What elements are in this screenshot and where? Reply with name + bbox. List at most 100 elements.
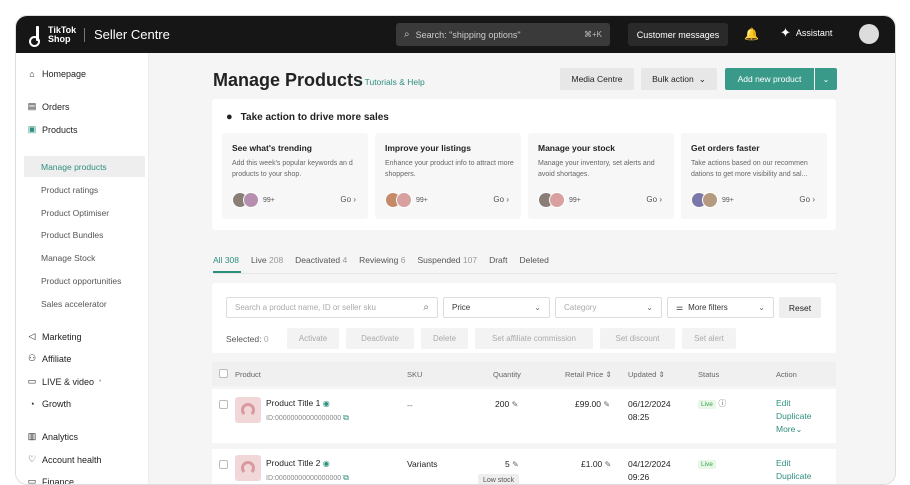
sidebar-subitem-product-bundles[interactable]: Product Bundles: [24, 224, 145, 245]
status-badge: Live: [698, 400, 716, 409]
sidebar-item-affiliate[interactable]: ⚇ Affiliate: [27, 353, 71, 364]
column-retail-price[interactable]: Retail Price ⇕: [565, 370, 612, 379]
tab-all[interactable]: All 308: [213, 255, 239, 265]
sku-value[interactable]: Variants: [407, 459, 438, 469]
sidebar-subitem-product-ratings[interactable]: Product ratings: [24, 179, 145, 200]
sidebar-subitem-sales-accelerator[interactable]: Sales accelerator: [24, 293, 145, 314]
add-product-dropdown[interactable]: ⌄: [815, 68, 837, 90]
pin-icon: ●: [226, 111, 233, 123]
sidebar-item-products[interactable]: ▣ Products: [27, 124, 78, 135]
edit-icon[interactable]: ✎: [603, 400, 610, 409]
global-search[interactable]: ⌕ Search: "shipping options" ⌘+K: [396, 23, 610, 46]
updated-time: 09:26: [628, 472, 650, 482]
sidebar-item-finance[interactable]: ▭ Finance: [27, 476, 74, 484]
tab-draft[interactable]: Draft: [489, 255, 507, 265]
search-shortcut: ⌘+K: [583, 30, 602, 39]
avatar: [549, 192, 565, 208]
deactivate-button[interactable]: Deactivate: [346, 328, 414, 349]
user-avatar[interactable]: [859, 24, 879, 44]
product-thumbnail[interactable]: [235, 455, 261, 481]
top-bar: TikTok Shop Seller Centre ⌕ Search: "shi…: [16, 16, 895, 53]
sidebar-item-account-health[interactable]: ♡ Account health: [27, 454, 102, 465]
go-link[interactable]: Go ›: [646, 195, 662, 204]
tab-live[interactable]: Live 208: [251, 255, 283, 265]
duplicate-link[interactable]: Duplicate: [776, 471, 811, 481]
selected-count: Selected: 0: [226, 334, 269, 344]
category-select[interactable]: Category ⌄: [555, 297, 662, 318]
customer-messages-button[interactable]: Customer messages: [628, 23, 728, 46]
product-name[interactable]: Product Title 2: [266, 458, 320, 468]
select-all-checkbox[interactable]: [219, 369, 228, 378]
more-link[interactable]: More⌄: [776, 424, 803, 435]
bell-icon[interactable]: 🔔: [744, 27, 759, 41]
eye-icon[interactable]: ◉: [323, 459, 330, 468]
set-alert-button[interactable]: Set alert: [682, 328, 736, 349]
tiktok-shop-logo[interactable]: TikTok Shop Seller Centre: [26, 25, 170, 47]
sidebar-subitem-product-opportunities[interactable]: Product opportunities: [24, 270, 145, 291]
go-link[interactable]: Go ›: [493, 195, 509, 204]
avatar-group: 99+: [232, 192, 275, 208]
info-icon[interactable]: ⓘ: [718, 399, 726, 408]
copy-icon[interactable]: ⧉: [343, 413, 349, 422]
assistant-button[interactable]: ✦ Assistant: [780, 25, 832, 41]
sidebar-item-growth[interactable]: ◔ Growth: [27, 399, 71, 409]
eye-icon[interactable]: ◉: [323, 399, 330, 408]
go-link[interactable]: Go ›: [340, 195, 356, 204]
column-updated[interactable]: Updated ⇕: [628, 370, 665, 379]
chevron-right-icon: ›: [353, 195, 356, 204]
duplicate-link[interactable]: Duplicate: [776, 411, 811, 421]
delete-button[interactable]: Delete: [421, 328, 468, 349]
tab-deactivated[interactable]: Deactivated 4: [295, 255, 347, 265]
chevron-down-icon: ⌄: [795, 424, 803, 434]
lightbulb-icon: ♀: [356, 77, 363, 87]
edit-icon[interactable]: ✎: [605, 460, 612, 469]
tile-trending[interactable]: See what's trending Add this week's popu…: [222, 133, 368, 219]
sidebar-subitem-manage-products[interactable]: Manage products: [24, 156, 145, 177]
add-new-product-button[interactable]: Add new product: [725, 68, 814, 90]
sidebar-item-marketing[interactable]: ◁ Marketing: [27, 331, 82, 342]
edit-icon[interactable]: ✎: [512, 460, 519, 469]
sidebar-item-live-video[interactable]: ▭ LIVE & video •: [27, 376, 102, 387]
bulk-action-button[interactable]: Bulk action ⌄: [641, 68, 717, 90]
copy-icon[interactable]: ⧉: [343, 473, 349, 482]
set-affiliate-commission-button[interactable]: Set affiliate commission: [475, 328, 593, 349]
more-filters-select[interactable]: ⚌ More filters ⌄: [667, 297, 774, 318]
main-content: Manage Products ♀ Tutorials & Help Media…: [149, 53, 895, 484]
go-link[interactable]: Go ›: [799, 195, 815, 204]
tile-manage-stock[interactable]: Manage your stock Manage your inventory,…: [528, 133, 674, 219]
row-checkbox[interactable]: [219, 400, 228, 409]
tile-improve-listings[interactable]: Improve your listings Enhance your produ…: [375, 133, 521, 219]
set-discount-button[interactable]: Set discount: [600, 328, 675, 349]
edit-link[interactable]: Edit: [776, 458, 791, 468]
product-name[interactable]: Product Title 1: [266, 398, 320, 408]
edit-icon[interactable]: ✎: [512, 400, 519, 409]
growth-icon: ◔: [29, 399, 35, 409]
row-checkbox[interactable]: [219, 460, 228, 469]
tab-reviewing[interactable]: Reviewing 6: [359, 255, 405, 265]
sidebar-subitem-manage-stock[interactable]: Manage Stock: [24, 247, 145, 268]
sku-value: --: [407, 400, 413, 410]
product-search-input[interactable]: Search a product name, ID or seller sku …: [226, 297, 438, 318]
product-thumbnail[interactable]: [235, 397, 261, 423]
reset-button[interactable]: Reset: [779, 297, 821, 318]
sidebar-item-homepage[interactable]: ⌂ Homepage: [27, 69, 86, 79]
avatar: [243, 192, 259, 208]
tutorials-link[interactable]: ♀ Tutorials & Help: [356, 77, 425, 87]
activate-button[interactable]: Activate: [287, 328, 339, 349]
sidebar-item-orders[interactable]: ▤ Orders: [27, 101, 70, 112]
tab-suspended[interactable]: Suspended 107: [418, 255, 478, 265]
sidebar-item-analytics[interactable]: ▥ Analytics: [27, 431, 78, 442]
drive-sales-card: ● Take action to drive more sales See wh…: [212, 99, 836, 230]
tab-deleted[interactable]: Deleted: [520, 255, 549, 265]
media-centre-button[interactable]: Media Centre: [560, 68, 634, 90]
avatar-group: 99+: [385, 192, 428, 208]
edit-link[interactable]: Edit: [776, 398, 791, 408]
shield-icon: ♡: [27, 454, 37, 464]
sliders-icon: ⚌: [676, 303, 684, 312]
tile-orders-faster[interactable]: Get orders faster Take actions based on …: [681, 133, 827, 219]
chevron-down-icon: ⌄: [822, 74, 830, 84]
price-select[interactable]: Price ⌄: [443, 297, 550, 318]
column-status: Status: [698, 370, 720, 379]
sidebar-subitem-product-optimiser[interactable]: Product Optimiser: [24, 202, 145, 223]
assistant-label: Assistant: [795, 28, 833, 38]
